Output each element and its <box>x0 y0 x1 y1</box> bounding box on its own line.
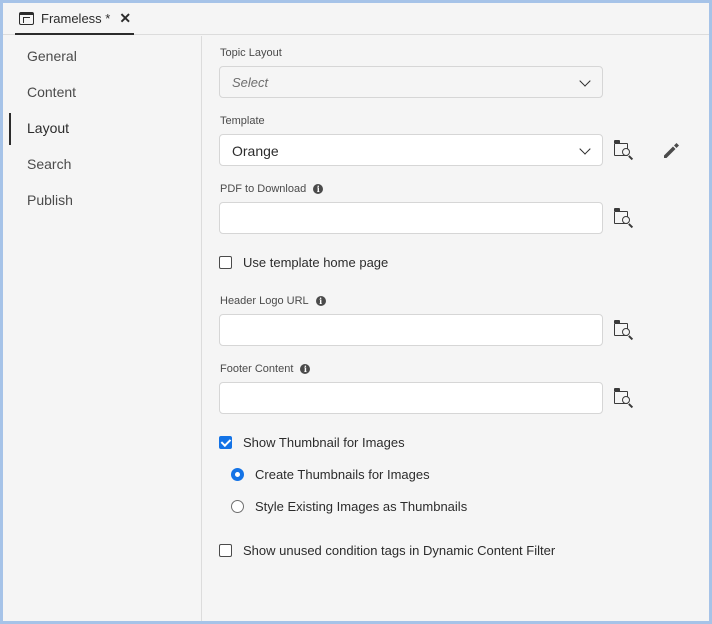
use-template-home-label: Use template home page <box>243 255 389 270</box>
header-logo-label: Header Logo URL i <box>220 295 326 307</box>
magnifier-icon <box>622 148 630 156</box>
header-logo-browse-icon[interactable] <box>613 320 635 340</box>
unused-tags-label: Show unused condition tags in Dynamic Co… <box>243 543 556 558</box>
pencil-icon[interactable] <box>661 141 681 161</box>
use-template-home-checkbox[interactable]: Use template home page <box>219 255 388 270</box>
sidebar: General Content Layout Search Publish <box>3 36 202 621</box>
checkbox-checked-icon <box>219 436 232 449</box>
info-icon[interactable]: i <box>300 364 311 374</box>
sidebar-item-content[interactable]: Content <box>3 77 201 107</box>
topic-layout-label-text: Topic Layout <box>220 47 282 59</box>
sidebar-item-layout[interactable]: Layout <box>3 113 201 145</box>
template-value: Orange <box>232 143 279 159</box>
show-thumbnail-label: Show Thumbnail for Images <box>243 435 405 450</box>
magnifier-icon <box>622 328 630 336</box>
topic-layout-placeholder: Select <box>232 75 269 90</box>
footer-label: Footer Content i <box>220 363 311 375</box>
unused-tags-checkbox[interactable]: Show unused condition tags in Dynamic Co… <box>219 543 555 558</box>
pdf-input[interactable] <box>219 202 603 234</box>
magnifier-icon <box>622 216 630 224</box>
close-icon[interactable]: ✕ <box>119 10 131 27</box>
template-label-text: Template <box>220 115 265 127</box>
topic-layout-select[interactable]: Select <box>219 66 603 98</box>
show-thumbnail-checkbox[interactable]: Show Thumbnail for Images <box>219 435 405 450</box>
sidebar-item-search[interactable]: Search <box>3 149 201 179</box>
style-existing-label: Style Existing Images as Thumbnails <box>255 499 468 514</box>
radio-create-thumbnails[interactable]: Create Thumbnails for Images <box>231 467 430 482</box>
header-logo-label-text: Header Logo URL <box>220 295 309 307</box>
settings-window: Frameless * ✕ General Content Layout Sea… <box>3 3 709 621</box>
pdf-browse-icon[interactable] <box>613 208 635 228</box>
pdf-label: PDF to Download i <box>220 183 324 195</box>
chevron-down-icon <box>579 143 591 155</box>
footer-browse-icon[interactable] <box>613 388 635 408</box>
radio-style-existing[interactable]: Style Existing Images as Thumbnails <box>231 499 467 514</box>
info-icon[interactable]: i <box>315 296 326 306</box>
checkbox-icon <box>219 544 232 557</box>
topic-layout-label: Topic Layout <box>220 47 282 59</box>
header-logo-input[interactable] <box>219 314 603 346</box>
template-label: Template <box>220 115 265 127</box>
tab-bar: Frameless * ✕ <box>3 3 709 35</box>
sidebar-item-publish[interactable]: Publish <box>3 185 201 215</box>
sidebar-item-general[interactable]: General <box>3 41 201 71</box>
footer-input[interactable] <box>219 382 603 414</box>
template-select[interactable]: Orange <box>219 134 603 166</box>
footer-label-text: Footer Content <box>220 363 294 375</box>
checkbox-icon <box>219 256 232 269</box>
template-browse-icon[interactable] <box>613 140 635 160</box>
tab-label: Frameless * <box>41 10 111 26</box>
radio-selected-icon <box>231 468 244 481</box>
create-thumbnails-label: Create Thumbnails for Images <box>255 467 430 482</box>
pdf-label-text: PDF to Download <box>220 183 307 195</box>
magnifier-icon <box>622 396 630 404</box>
chevron-down-icon <box>579 75 591 87</box>
tab-frameless[interactable]: Frameless * ✕ <box>15 3 134 35</box>
window-icon <box>19 11 34 25</box>
radio-icon <box>231 500 244 513</box>
info-icon[interactable]: i <box>313 184 324 194</box>
